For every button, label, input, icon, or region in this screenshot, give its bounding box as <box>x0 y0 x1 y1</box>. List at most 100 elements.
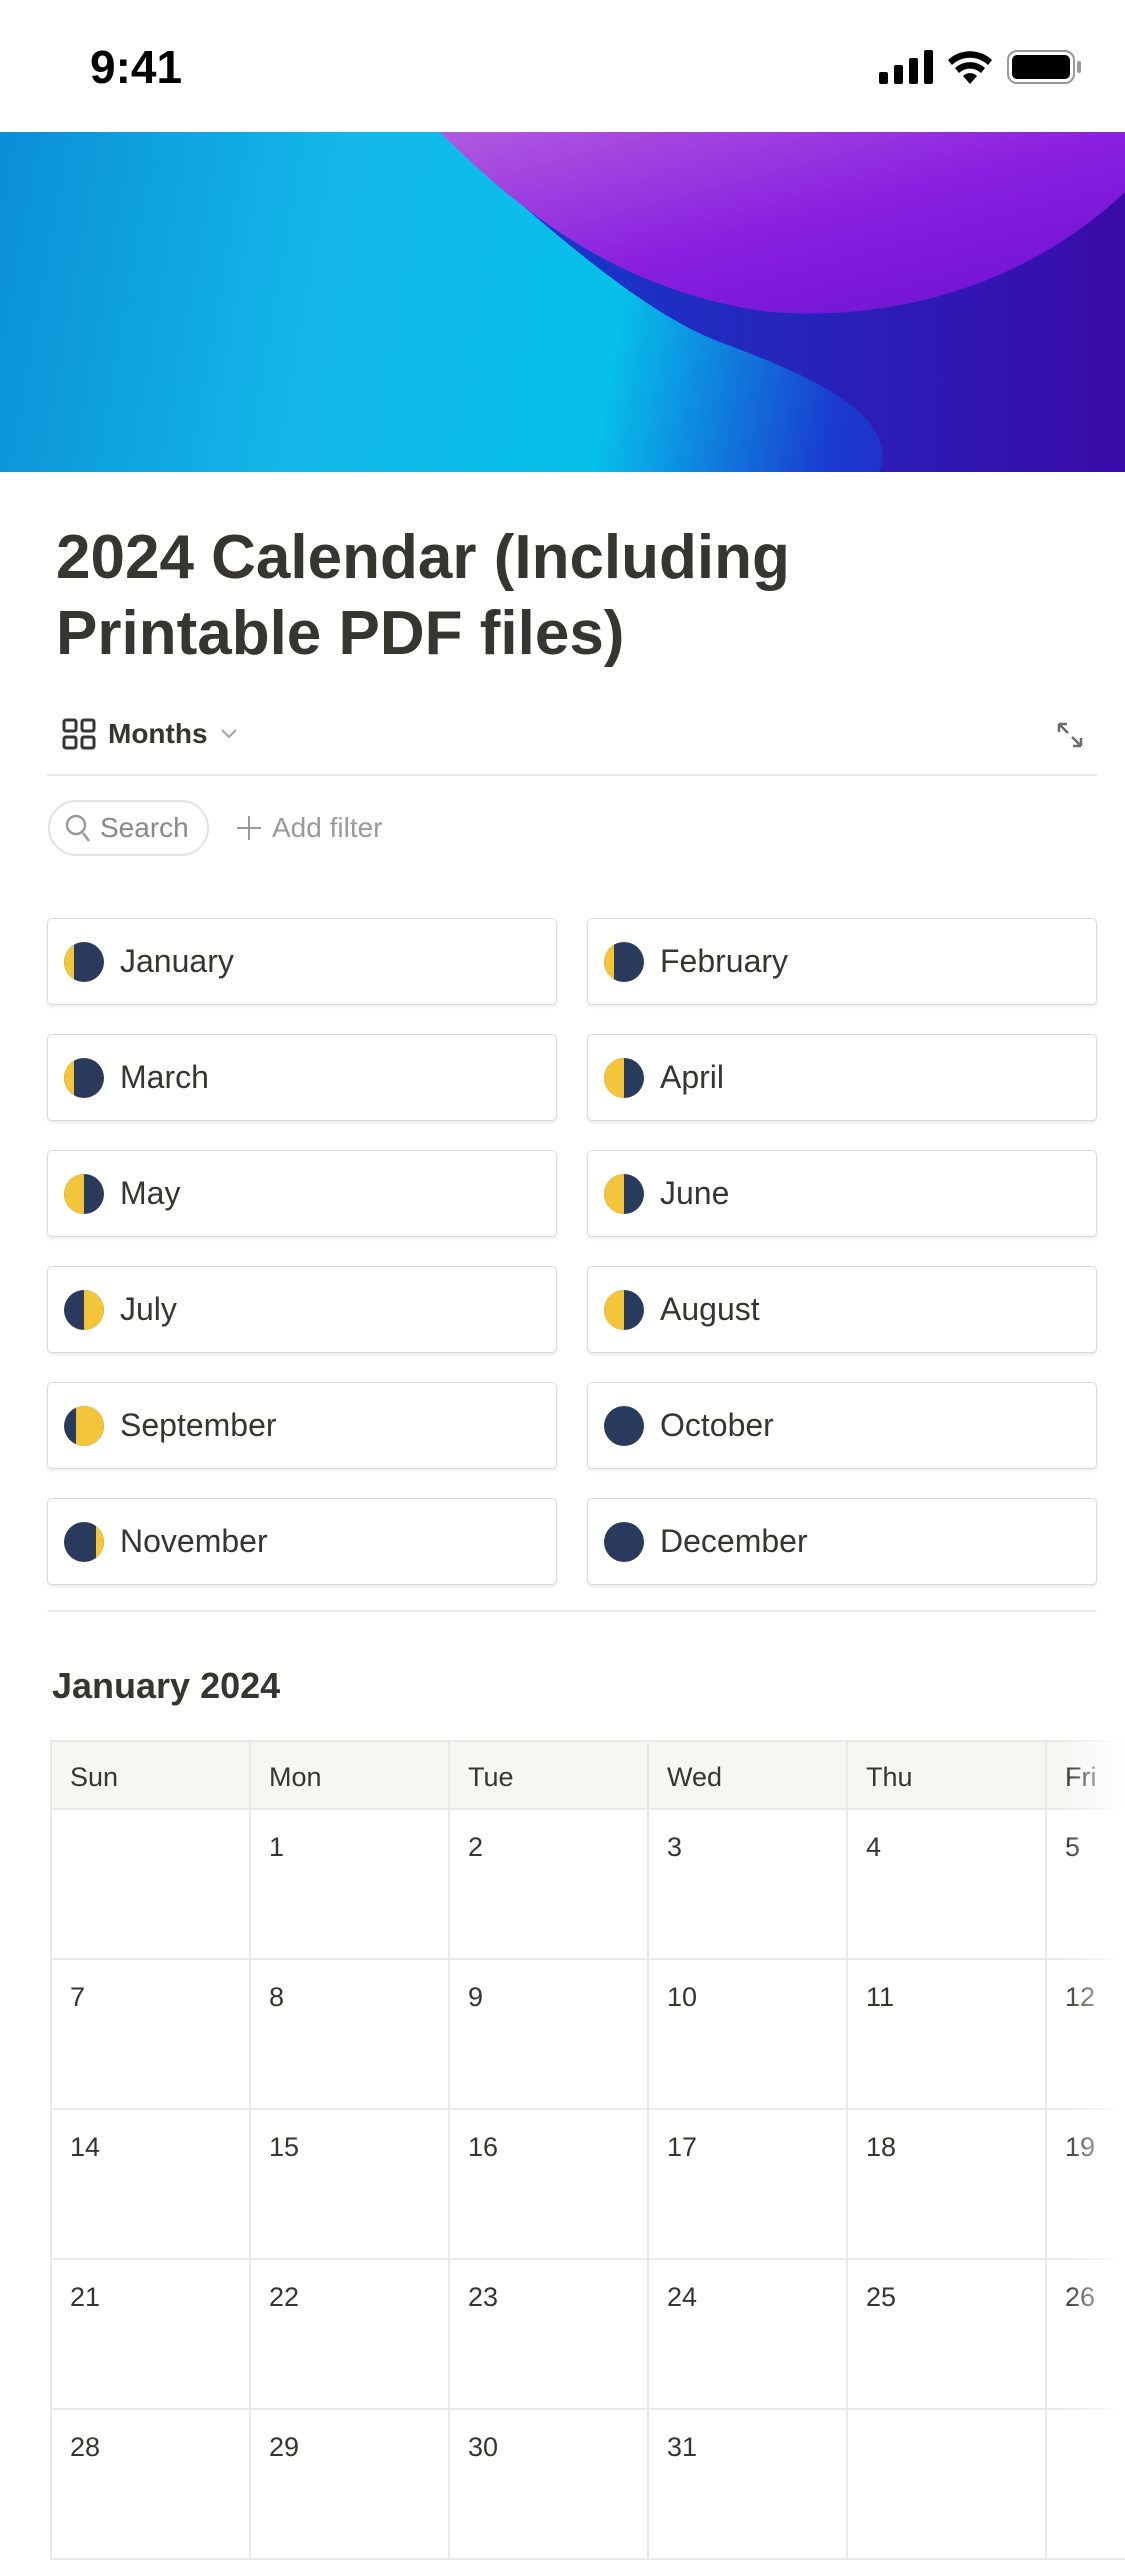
month-card-july[interactable]: July <box>47 1266 557 1353</box>
divider <box>47 1610 1097 1612</box>
calendar-week-row: 212223242526 <box>50 2260 1125 2410</box>
cover-image <box>0 132 1125 472</box>
day-number: 8 <box>269 1982 285 2012</box>
month-card-august[interactable]: August <box>587 1266 1097 1353</box>
day-number: 3 <box>667 1832 683 1862</box>
day-cell[interactable] <box>846 2410 1045 2560</box>
plus-icon <box>237 816 261 840</box>
month-label: June <box>660 1175 730 1211</box>
moon-phase-icon <box>604 1173 644 1214</box>
wifi-icon <box>948 51 992 84</box>
month-label: January <box>120 943 234 979</box>
day-cell[interactable]: 17 <box>647 2110 846 2260</box>
moon-phase-icon <box>64 1521 104 1562</box>
status-time: 9:41 <box>90 41 183 93</box>
moon-phase-icon <box>604 1521 644 1562</box>
day-cell[interactable]: 9 <box>448 1960 647 2110</box>
month-card-march[interactable]: March <box>47 1034 557 1121</box>
day-cell[interactable]: 16 <box>448 2110 647 2260</box>
calendar-week-row: 141516171819 <box>50 2110 1125 2260</box>
weekday-header: Sun <box>50 1740 249 1810</box>
day-number: 4 <box>866 1832 882 1862</box>
month-label: July <box>120 1291 177 1327</box>
month-card-october[interactable]: October <box>587 1382 1097 1469</box>
day-cell[interactable]: 1 <box>249 1810 448 1960</box>
month-card-september[interactable]: September <box>47 1382 557 1469</box>
day-number: 28 <box>70 2432 101 2462</box>
month-card-may[interactable]: May <box>47 1150 557 1237</box>
month-label: April <box>660 1059 725 1095</box>
moon-phase-icon <box>604 1289 644 1330</box>
calendar-week-row: 28 29 30 31 <box>50 2410 1125 2560</box>
calendar-table: SunMonTueWedThuFri1234578910111214151617… <box>50 1740 1125 2560</box>
view-selector[interactable]: Months <box>62 718 238 750</box>
day-number: 10 <box>667 1982 698 2012</box>
month-card-december[interactable]: December <box>587 1498 1097 1585</box>
day-cell[interactable]: 7 <box>50 1960 249 2110</box>
calendar-week-row: 789101112 <box>50 1960 1125 2110</box>
day-cell[interactable] <box>50 1810 249 1960</box>
day-cell[interactable]: 22 <box>249 2260 448 2410</box>
month-label: September <box>120 1407 277 1443</box>
month-label: August <box>660 1291 760 1327</box>
month-card-june[interactable]: June <box>587 1150 1097 1237</box>
day-cell[interactable]: 23 <box>448 2260 647 2410</box>
day-cell[interactable]: 24 <box>647 2260 846 2410</box>
calendar-heading: January 2024 <box>52 1665 281 1706</box>
day-number: 23 <box>468 2282 499 2312</box>
day-cell[interactable]: 18 <box>846 2110 1045 2260</box>
page-title: 2024 Calendar (Including Printable PDF f… <box>56 523 790 668</box>
divider <box>47 774 1097 776</box>
day-cell[interactable]: 4 <box>846 1810 1045 1960</box>
moon-phase-icon <box>64 1057 104 1098</box>
day-cell[interactable]: 2 <box>448 1810 647 1960</box>
day-cell[interactable]: 14 <box>50 2110 249 2260</box>
day-cell[interactable]: 8 <box>249 1960 448 2110</box>
moon-phase-icon <box>64 941 104 982</box>
scroll-fade <box>1065 1740 1125 2440</box>
view-label: Months <box>108 718 208 749</box>
weekday-header: Thu <box>846 1740 1045 1810</box>
day-number: 2 <box>468 1832 484 1862</box>
status-bar: 9:41 <box>0 0 1125 132</box>
day-cell[interactable]: 11 <box>846 1960 1045 2110</box>
moon-phase-icon <box>64 1405 104 1446</box>
day-number: 22 <box>269 2282 300 2312</box>
day-number: 15 <box>269 2132 300 2162</box>
search-label: Search <box>100 812 189 843</box>
day-cell[interactable]: 30 <box>448 2410 647 2560</box>
day-cell[interactable]: 10 <box>647 1960 846 2110</box>
month-card-february[interactable]: February <box>587 918 1097 1005</box>
weekday-header: Tue <box>448 1740 647 1810</box>
day-cell[interactable]: 25 <box>846 2260 1045 2410</box>
month-label: November <box>120 1523 268 1559</box>
month-label: October <box>660 1407 774 1443</box>
expand-icon[interactable] <box>1055 720 1085 750</box>
day-number: 11 <box>866 1982 895 2012</box>
search-button[interactable]: Search <box>48 800 209 856</box>
day-cell[interactable]: 3 <box>647 1810 846 1960</box>
day-cell[interactable]: 28 <box>50 2410 249 2560</box>
month-card-april[interactable]: April <box>587 1034 1097 1121</box>
month-card-november[interactable]: November <box>47 1498 557 1585</box>
day-number: 31 <box>667 2432 698 2462</box>
search-icon <box>65 814 90 842</box>
day-number: 24 <box>667 2282 698 2312</box>
moon-phase-icon <box>604 1057 644 1098</box>
day-number: 17 <box>667 2132 698 2162</box>
add-filter-label: Add filter <box>272 812 383 843</box>
month-card-january[interactable]: January <box>47 918 557 1005</box>
day-number: 30 <box>468 2432 499 2462</box>
day-cell[interactable]: 15 <box>249 2110 448 2260</box>
day-cell[interactable]: 31 <box>647 2410 846 2560</box>
day-number: 16 <box>468 2132 499 2162</box>
chevron-down-icon <box>220 729 237 739</box>
gallery-grid-icon <box>62 718 96 750</box>
month-label: December <box>660 1523 808 1559</box>
month-label: February <box>660 943 789 979</box>
day-number: 7 <box>70 1982 86 2012</box>
weekday-header: Wed <box>647 1740 846 1810</box>
add-filter-button[interactable]: Add filter <box>236 812 383 844</box>
day-cell[interactable]: 21 <box>50 2260 249 2410</box>
day-cell[interactable]: 29 <box>249 2410 448 2560</box>
